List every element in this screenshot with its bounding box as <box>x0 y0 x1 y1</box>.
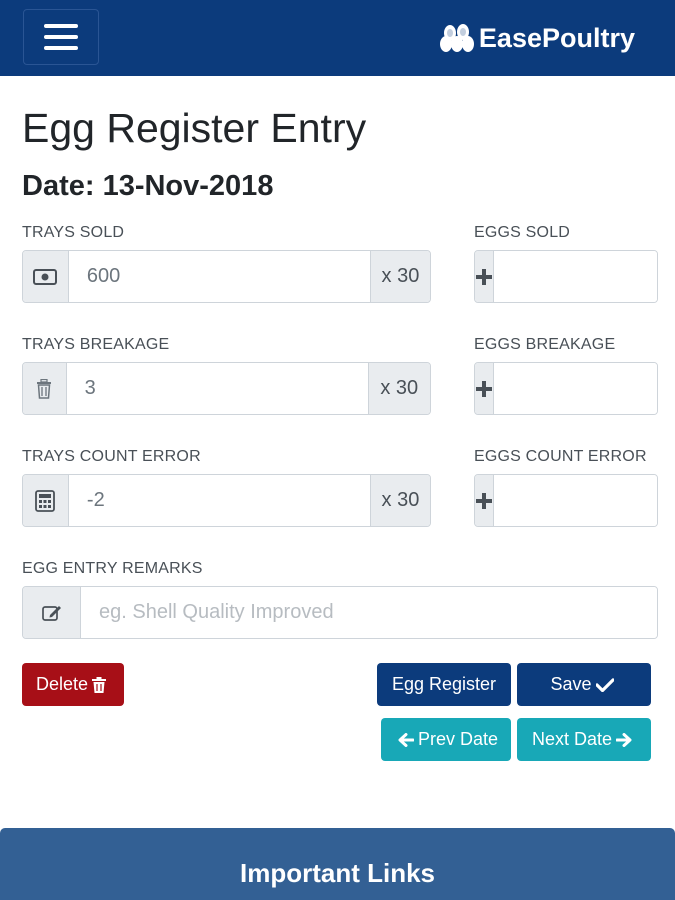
eggs-sold-input[interactable] <box>494 251 657 302</box>
eggs-count-error-input-group <box>474 474 658 527</box>
trays-sold-label: TRAYS SOLD <box>22 224 125 241</box>
plus-icon <box>475 475 494 526</box>
trays-sold-input-group: x 30 <box>22 250 431 303</box>
eggs-count-error-label: EGGS COUNT ERROR <box>474 448 647 465</box>
plus-icon <box>475 251 494 302</box>
arrow-left-icon <box>398 732 414 747</box>
save-button-label: Save <box>550 674 592 694</box>
remarks-input-group <box>22 586 658 639</box>
trays-breakage-input-group: x 30 <box>22 362 431 415</box>
edit-icon <box>23 587 81 638</box>
check-icon <box>595 677 614 692</box>
top-navbar: EasePoultry <box>0 0 675 76</box>
trays-breakage-input[interactable] <box>66 363 368 414</box>
trays-sold-input[interactable] <box>68 251 370 302</box>
page-title: Egg Register Entry <box>22 105 367 151</box>
trash-icon <box>92 676 107 693</box>
menu-toggle-button[interactable] <box>23 9 99 65</box>
plus-icon <box>475 363 494 414</box>
eggs-sold-input-group <box>474 250 658 303</box>
brand-logo[interactable]: EasePoultry <box>439 18 635 58</box>
important-links-heading: Important Links <box>239 858 435 888</box>
eggs-sold-label: EGGS SOLD <box>474 224 571 241</box>
hamburger-icon <box>44 24 78 28</box>
eggs-count-error-input[interactable] <box>494 475 657 526</box>
eggs-breakage-label: EGGS BREAKAGE <box>474 336 616 353</box>
entry-date: Date: 13-Nov-2018 <box>22 170 274 202</box>
trays-count-error-input-group: x 30 <box>22 474 431 527</box>
trays-count-error-multiplier: x 30 <box>369 475 430 526</box>
hamburger-icon-bar <box>44 46 78 50</box>
delete-button-label: Delete <box>35 674 89 694</box>
trash-icon <box>23 363 67 414</box>
hamburger-icon-bar <box>44 35 78 39</box>
delete-button[interactable]: Delete <box>22 663 124 706</box>
egg-register-button-label: Egg Register <box>391 674 497 694</box>
trays-breakage-multiplier: x 30 <box>367 363 430 414</box>
next-date-button-label: Next Date <box>531 729 613 749</box>
trays-breakage-label: TRAYS BREAKAGE <box>22 336 170 353</box>
remarks-input[interactable] <box>81 587 657 638</box>
prev-date-button[interactable]: Prev Date <box>381 718 511 761</box>
calculator-icon <box>23 475 69 526</box>
money-icon <box>23 251 69 302</box>
footer-links-section: Important Links <box>0 828 675 900</box>
trays-count-error-input[interactable] <box>68 475 370 526</box>
eggs-logo-icon <box>439 24 474 52</box>
next-date-button[interactable]: Next Date <box>517 718 651 761</box>
brand-name: EasePoultry <box>478 22 635 53</box>
save-button[interactable]: Save <box>517 663 651 706</box>
prev-date-button-label: Prev Date <box>417 729 499 749</box>
eggs-breakage-input[interactable] <box>494 363 657 414</box>
egg-entry-remarks-label: EGG ENTRY REMARKS <box>22 560 203 577</box>
arrow-right-icon <box>616 732 632 747</box>
trays-sold-multiplier: x 30 <box>369 251 430 302</box>
eggs-breakage-input-group <box>474 362 658 415</box>
egg-register-button[interactable]: Egg Register <box>377 663 511 706</box>
trays-count-error-label: TRAYS COUNT ERROR <box>22 448 201 465</box>
